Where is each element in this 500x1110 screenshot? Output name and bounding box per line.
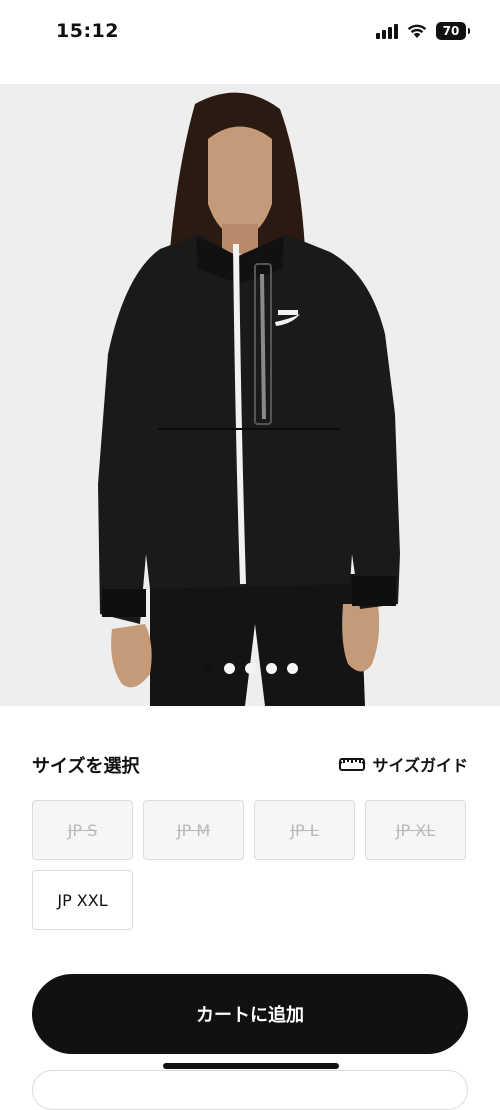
- battery-indicator: 70: [436, 22, 470, 40]
- product-jacket-illustration: [0, 84, 500, 706]
- carousel-dots: [0, 663, 500, 674]
- carousel-dot[interactable]: [244, 663, 256, 674]
- add-to-cart-button[interactable]: カートに追加: [32, 974, 468, 1054]
- carousel-dot[interactable]: [223, 663, 235, 674]
- size-guide-label: サイズガイド: [372, 756, 468, 775]
- size-option-jp-l[interactable]: JP L: [254, 800, 355, 860]
- size-option-jp-xl[interactable]: JP XL: [365, 800, 466, 860]
- status-bar: 15:12 70: [0, 0, 500, 70]
- cellular-signal-icon: [376, 23, 398, 39]
- secondary-button-edge[interactable]: [32, 1070, 468, 1110]
- status-time: 15:12: [56, 20, 119, 42]
- carousel-dot[interactable]: [202, 663, 214, 674]
- size-select-title: サイズを選択: [32, 756, 140, 777]
- size-guide-link[interactable]: サイズガイド: [338, 752, 468, 776]
- size-option-jp-s[interactable]: JP S: [32, 800, 133, 860]
- carousel-dot[interactable]: [286, 663, 298, 674]
- ruler-icon: [338, 758, 367, 771]
- size-option-jp-xxl[interactable]: JP XXL: [32, 870, 133, 930]
- carousel-dot[interactable]: [265, 663, 277, 674]
- home-indicator: [163, 1063, 339, 1069]
- wifi-icon: [407, 24, 427, 38]
- size-option-jp-m[interactable]: JP M: [143, 800, 244, 860]
- status-icons: 70: [376, 22, 470, 40]
- product-image[interactable]: [0, 84, 500, 706]
